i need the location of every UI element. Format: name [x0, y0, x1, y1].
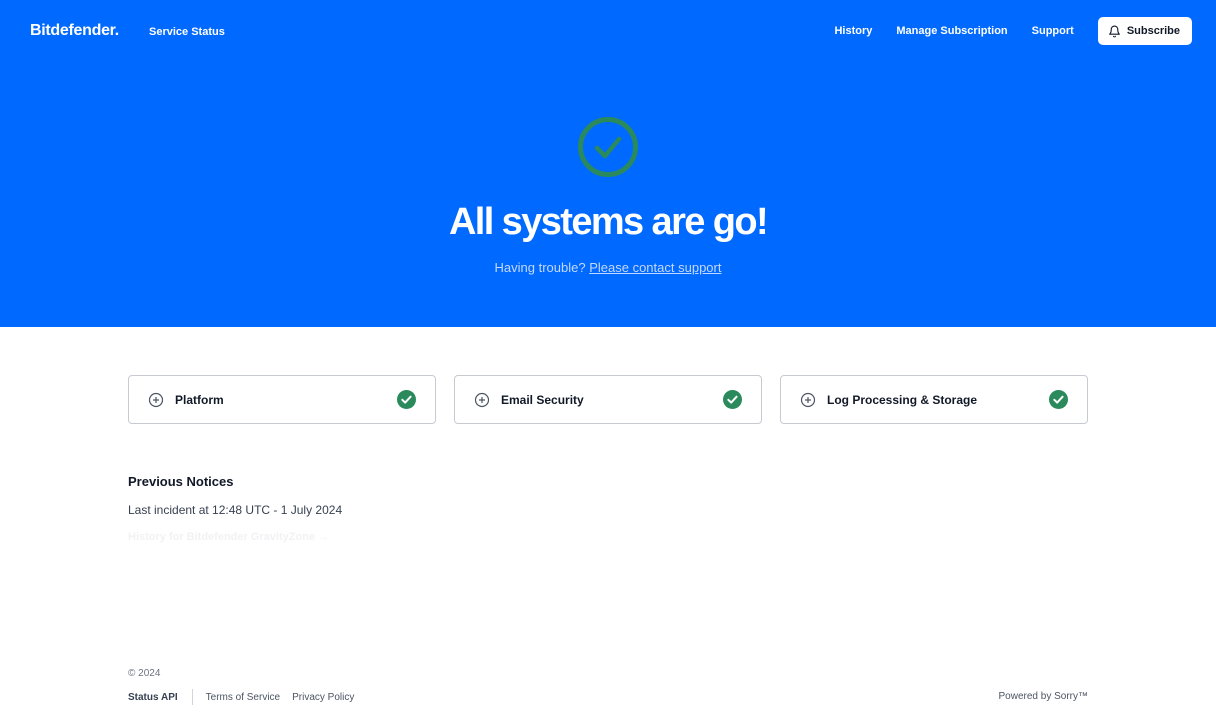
- footer-links: Status API Terms of Service Privacy Poli…: [128, 689, 366, 705]
- privacy-policy-link[interactable]: Privacy Policy: [292, 692, 354, 703]
- trouble-text: Having trouble? Please contact support: [0, 260, 1216, 275]
- status-api-link[interactable]: Status API: [128, 692, 178, 703]
- history-link[interactable]: History for Bitdefender GravityZone →: [128, 531, 329, 543]
- service-status-label: Service Status: [149, 26, 225, 38]
- trouble-prompt: Having trouble?: [494, 260, 586, 275]
- bitdefender-logo[interactable]: Bitdefender.: [30, 22, 119, 40]
- powered-by-link[interactable]: Powered by Sorry™: [999, 691, 1088, 702]
- copyright: © 2024: [128, 668, 161, 679]
- plus-circle-icon: [800, 392, 816, 407]
- nav-history-link[interactable]: History: [834, 25, 872, 37]
- plus-circle-icon: [474, 392, 490, 407]
- service-name: Platform: [175, 392, 224, 407]
- bell-icon: [1108, 25, 1120, 37]
- check-badge-icon: [723, 390, 742, 409]
- last-incident-text: Last incident at 12:48 UTC - 1 July 2024: [128, 503, 343, 517]
- service-cards: Platform Email Security Log Processing &…: [128, 375, 1088, 424]
- subscribe-label: Subscribe: [1126, 25, 1180, 37]
- contact-support-link[interactable]: Please contact support: [589, 260, 721, 275]
- subscribe-button[interactable]: Subscribe: [1097, 17, 1192, 45]
- previous-notices-title: Previous Notices: [128, 474, 234, 489]
- check-badge-icon: [1049, 390, 1068, 409]
- status-headline: All systems are go!: [448, 201, 769, 243]
- service-card-platform[interactable]: Platform: [128, 375, 436, 424]
- plus-circle-icon: [148, 392, 164, 407]
- nav-manage-subscription-link[interactable]: Manage Subscription: [896, 25, 1007, 37]
- service-card-log-processing[interactable]: Log Processing & Storage: [780, 375, 1088, 424]
- service-card-email-security[interactable]: Email Security: [454, 375, 762, 424]
- hero-banner: Bitdefender. Service Status History Mana…: [0, 0, 1216, 327]
- footer-divider: [191, 689, 193, 705]
- nav-support-link[interactable]: Support: [1032, 25, 1074, 37]
- terms-of-service-link[interactable]: Terms of Service: [206, 692, 280, 703]
- service-name: Log Processing & Storage: [827, 392, 978, 407]
- top-nav: History Manage Subscription Support Subs…: [834, 17, 1192, 45]
- check-badge-icon: [397, 390, 416, 409]
- service-name: Email Security: [501, 392, 584, 407]
- check-circle-icon: [578, 117, 638, 177]
